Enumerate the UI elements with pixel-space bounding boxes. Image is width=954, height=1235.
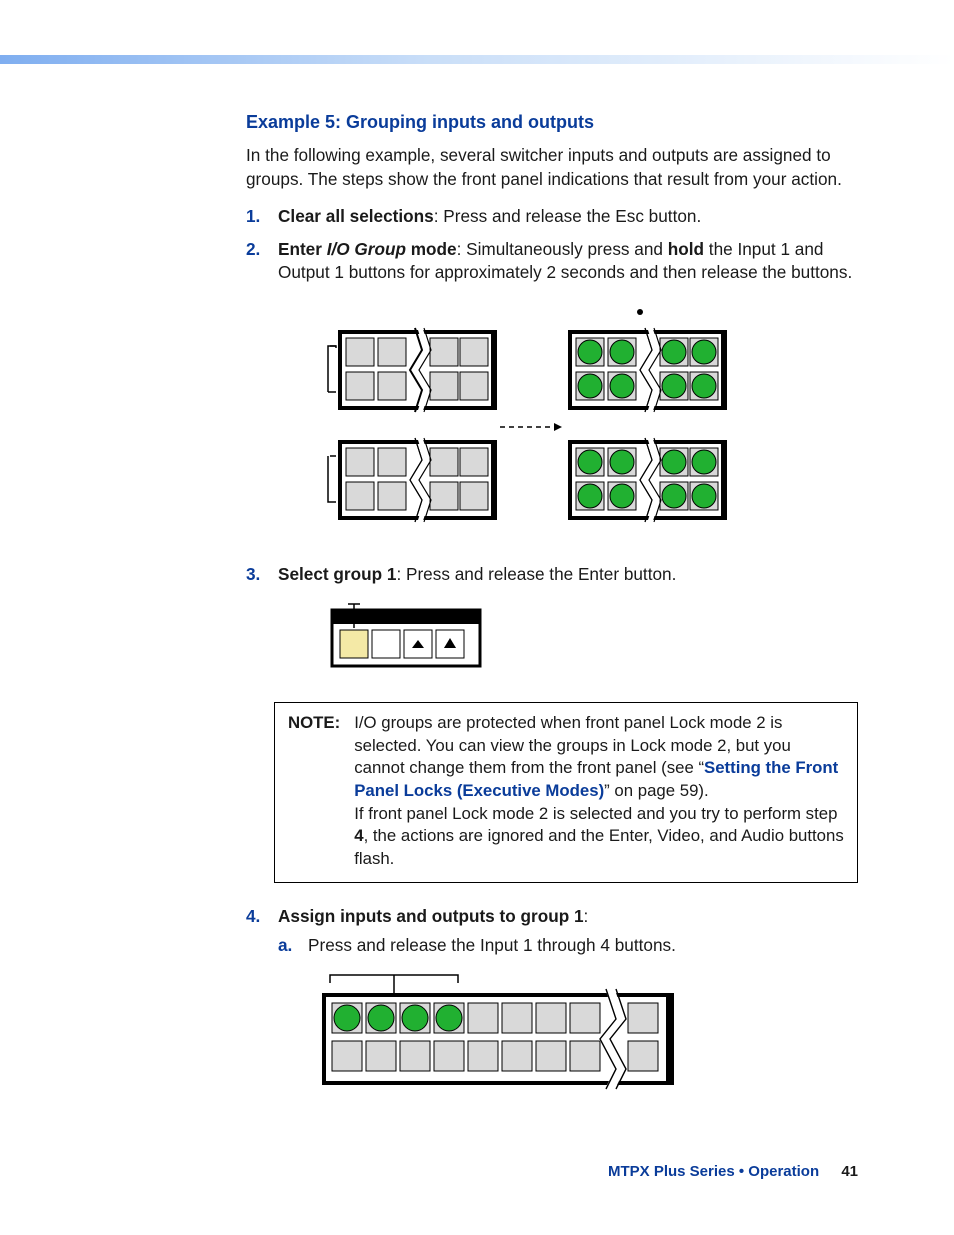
step-number: 3. — [246, 563, 260, 586]
header-gradient-band — [0, 55, 954, 64]
section-heading: Example 5: Grouping inputs and outputs — [246, 110, 858, 134]
step-number: 1. — [246, 205, 260, 228]
diagram-svg — [330, 604, 490, 676]
step-bold: Clear all selections — [278, 206, 434, 226]
intro-paragraph: In the following example, several switch… — [246, 144, 858, 190]
page: Example 5: Grouping inputs and outputs I… — [0, 0, 954, 1235]
step-hold: hold — [668, 239, 704, 259]
note-label: NOTE: — [288, 713, 340, 732]
substep-list: a. Press and release the Input 1 through… — [278, 934, 858, 1101]
step-bold: Enter — [278, 239, 327, 259]
step-number: 4. — [246, 905, 260, 928]
note-step-ref: 4 — [354, 826, 363, 845]
step-number: 2. — [246, 238, 260, 261]
step-colon: : — [584, 906, 589, 926]
note-text: , the actions are ignored and the Enter,… — [354, 826, 844, 868]
step-text: Clear all selections: Press and release … — [278, 206, 701, 226]
note-box: NOTE: I/O groups are protected when fron… — [274, 702, 858, 883]
step-rest: : Press and release the Esc button. — [434, 206, 702, 226]
figure-io-group-mode — [330, 302, 858, 548]
step-text: Select group 1: Press and release the En… — [278, 564, 676, 584]
page-footer: MTPX Plus Series • Operation 41 — [608, 1163, 858, 1180]
content-area: Example 5: Grouping inputs and outputs I… — [246, 110, 858, 1115]
footer-title: MTPX Plus Series • Operation — [608, 1163, 819, 1180]
figure-enter-panel — [330, 604, 858, 682]
step-italic: I/O Group — [327, 239, 406, 259]
substep-text: Press and release the Input 1 through 4 … — [308, 935, 676, 955]
note-body: I/O groups are protected when front pane… — [340, 712, 844, 871]
step-bold: Select group 1 — [278, 564, 396, 584]
step-list: 1. Clear all selections: Press and relea… — [246, 205, 858, 1102]
step-bold2: mode — [406, 239, 457, 259]
figure-input-row — [320, 975, 858, 1101]
step-text: Assign inputs and outputs to group 1: — [278, 906, 588, 926]
substep-letter: a. — [278, 934, 292, 957]
page-number: 41 — [841, 1163, 858, 1180]
step-rest: : Press and release the Enter button. — [396, 564, 676, 584]
step-2: 2. Enter I/O Group mode: Simultaneously … — [246, 238, 858, 549]
note-text: ” on page 59). — [604, 781, 709, 800]
step-4: 4. Assign inputs and outputs to group 1:… — [246, 905, 858, 1102]
diagram-svg — [330, 302, 760, 542]
note-text: If front panel Lock mode 2 is selected a… — [354, 804, 837, 823]
substep-a: a. Press and release the Input 1 through… — [278, 934, 858, 1101]
step-bold: Assign inputs and outputs to group 1 — [278, 906, 584, 926]
diagram-svg — [320, 975, 680, 1095]
step-text: Enter I/O Group mode: Simultaneously pre… — [278, 239, 852, 282]
step-rest: : Simultaneously press and — [457, 239, 668, 259]
step-3: 3. Select group 1: Press and release the… — [246, 563, 858, 883]
step-1: 1. Clear all selections: Press and relea… — [246, 205, 858, 228]
